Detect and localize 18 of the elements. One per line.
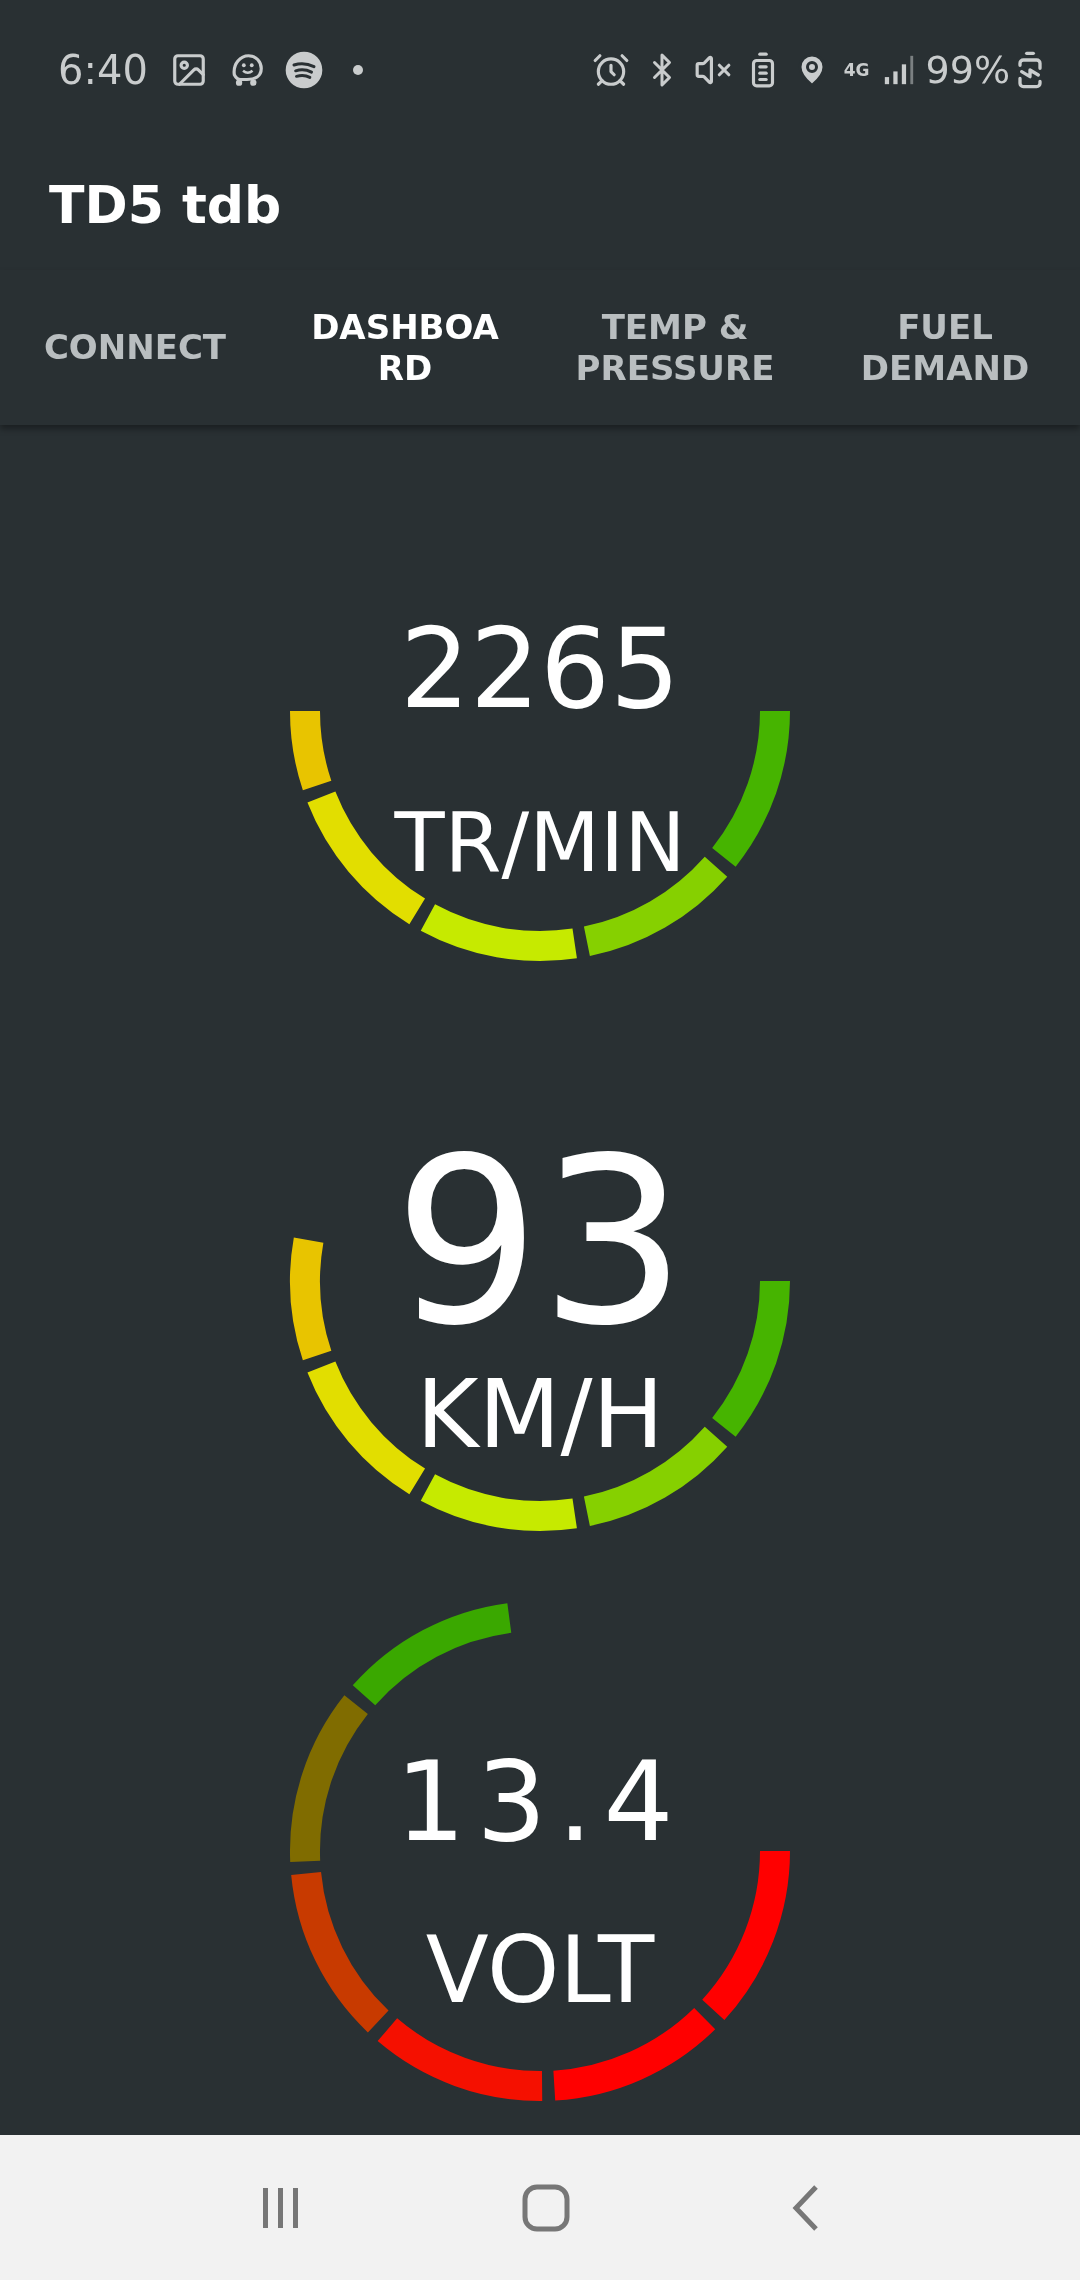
tab[interactable]: DASHBOA RD [270,270,540,425]
music-icon [283,50,324,90]
app-title: TD5 tdb [49,174,282,237]
gauge-unit: KM/H [416,1366,664,1462]
gauge-unit: VOLT [425,1925,655,2017]
gauge-value: 93 [393,1128,687,1358]
gauge-unit: TR/MIN [394,802,686,884]
status-time: 6:40 [58,46,148,95]
network-label: 4G [843,61,870,79]
alarm-icon [591,51,630,89]
tab[interactable]: FUEL DEMAND [810,270,1080,425]
tab[interactable]: TEMP & PRESSURE [540,270,810,425]
dot-icon [351,64,364,76]
gauge-value: 13.4 [395,1747,685,1857]
home-icon[interactable] [521,2182,571,2233]
battery-percent: 99% [925,46,1010,94]
gauge-value: 2265 [400,614,680,724]
tab[interactable]: CONNECT [0,270,270,425]
